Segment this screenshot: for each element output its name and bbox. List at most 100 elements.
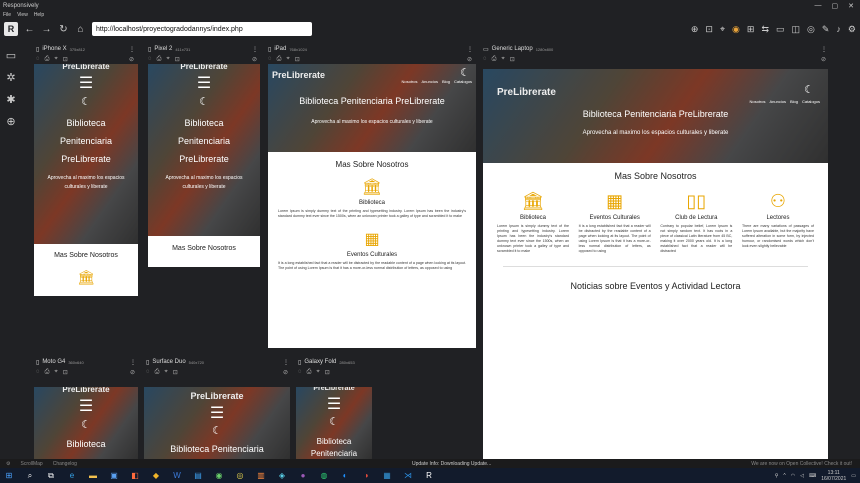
rotate-icon[interactable]: ◌ [36,369,40,375]
reset-icon[interactable]: ⊘ [821,56,830,63]
theme-moon-icon[interactable]: ☾ [148,95,260,108]
reset-icon[interactable]: ⊘ [252,56,261,63]
nav-anuncios[interactable]: Anuncios [770,99,786,104]
extensions-icon[interactable]: ✱ [0,88,22,110]
screenshot-icon[interactable]: ⎙ [492,56,497,63]
settings-icon[interactable]: ⚙ [848,24,856,35]
nav-catalogos[interactable]: Catalogos [454,79,472,84]
screenshot-icon[interactable]: ⊡ [705,24,713,35]
rotate-icon[interactable]: ◌ [148,56,152,62]
device-viewport[interactable]: PreLibrerate ☰ ☾ Biblioteca Penitenciari… [296,387,372,459]
reload-icon[interactable]: ↻ [58,24,69,35]
app-icon[interactable]: ◈ [277,471,287,481]
keyboard-icon[interactable]: ⌨ [809,473,816,479]
sound-icon[interactable]: ♪ [836,24,841,35]
scroll-icon[interactable]: ⊡ [175,56,180,63]
device-menu-icon[interactable]: ⋮ [252,46,261,53]
camera-icon[interactable]: ◎ [807,24,815,35]
inspect-icon[interactable]: ⌖ [720,24,725,35]
reset-icon[interactable]: ⊘ [467,56,476,63]
person-icon[interactable]: ⚲ [775,473,779,479]
nav-anuncios[interactable]: Anuncios [422,79,438,84]
brush-icon[interactable]: ✎ [822,24,830,35]
reset-icon[interactable]: ⊘ [129,56,138,63]
devices-icon[interactable]: ▭ [0,44,22,66]
inspect-icon[interactable]: ⌖ [501,56,504,63]
notification-icon[interactable]: ▭ [851,473,856,479]
task-view-icon[interactable]: ⧉ [46,471,56,481]
scroll-icon[interactable]: ⊡ [510,56,515,63]
menu-file[interactable]: File [3,12,11,18]
theme-moon-icon[interactable]: ☾ [296,415,372,428]
vscode-icon[interactable]: ⋊ [403,471,413,481]
screenshot-icon[interactable]: ⎙ [155,369,160,376]
scroll-icon[interactable]: ⊡ [325,369,330,376]
screenshot-icon[interactable]: ⎙ [307,369,312,376]
search-icon[interactable]: ⌕ [25,471,35,481]
device-menu-icon[interactable]: ⋮ [821,46,830,53]
screenshot-icon[interactable]: ⎙ [157,56,162,63]
inspect-icon[interactable]: ⌖ [166,56,169,63]
device-menu-icon[interactable]: ⋮ [129,46,138,53]
hamburger-icon[interactable]: ☰ [144,406,290,422]
app-icon[interactable]: ◍ [319,471,329,481]
theme-moon-icon[interactable]: ☾ [144,424,290,437]
device-viewport[interactable]: PreLibrerate ☰ ☾ Biblioteca Penitenciari… [148,64,260,267]
scroll-icon[interactable]: ⊡ [295,56,300,63]
app-icon[interactable]: ◑ [361,471,371,481]
forward-arrow-icon[interactable]: → [41,24,52,35]
nav-nosotros[interactable]: Nosotros [749,99,765,104]
inspect-icon[interactable]: ⌖ [286,56,289,63]
app-icon[interactable]: ▥ [256,471,266,481]
window-icon[interactable]: ◫ [792,24,801,35]
menu-view[interactable]: View [17,12,28,18]
reset-icon[interactable]: ⊘ [130,369,139,376]
minimize-button[interactable]: — [815,2,822,10]
clock[interactable]: 13:11 16/07/2021 [821,470,846,482]
settings-icon[interactable]: ⚙ [6,461,10,467]
inspect-icon[interactable]: ⌖ [54,369,57,376]
explorer-icon[interactable]: ▬ [88,471,98,481]
hamburger-icon[interactable]: ☰ [34,399,138,415]
app-icon[interactable]: ◐ [340,471,350,481]
nav-blog[interactable]: Blog [442,79,450,84]
app-icon[interactable]: ▦ [382,471,392,481]
store-icon[interactable]: ▣ [109,471,119,481]
scroll-icon[interactable]: ⊡ [173,369,178,376]
hamburger-icon[interactable]: ☰ [34,76,138,92]
theme-moon-icon[interactable]: ☾ [460,66,470,79]
rotate-icon[interactable]: ◌ [268,56,272,62]
device-icon[interactable]: ▭ [776,24,785,35]
chrome-icon[interactable]: ◎ [235,471,245,481]
device-viewport[interactable]: PreLibrerate ☾ Nosotros Anuncios Blog Ca… [483,69,828,459]
device-menu-icon[interactable]: ⋮ [467,46,476,53]
inspect-icon[interactable]: ⌖ [164,369,167,376]
back-arrow-icon[interactable]: ← [24,24,35,35]
app-icon[interactable]: ● [298,471,308,481]
changelog-link[interactable]: Changelog [53,461,77,467]
screenshot-icon[interactable]: ⎙ [45,56,50,63]
volume-icon[interactable]: ◁ [800,473,804,479]
nav-nosotros[interactable]: Nosotros [401,79,417,84]
zoom-icon[interactable]: ⊕ [691,24,699,35]
menu-help[interactable]: Help [34,12,44,18]
hamburger-icon[interactable]: ☰ [148,76,260,92]
word-icon[interactable]: W [172,471,182,481]
screenshot-icon[interactable]: ⎙ [277,56,282,63]
globe-icon[interactable]: ⊕ [0,110,22,132]
scroll-icon[interactable]: ⊡ [63,369,68,376]
theme-moon-icon[interactable]: ☾ [804,83,814,96]
inspect-icon[interactable]: ⌖ [54,56,57,63]
inspect-icon[interactable]: ⌖ [316,369,319,376]
edge-icon[interactable]: e [67,471,77,481]
screenshot-icon[interactable]: ⎙ [45,369,50,376]
open-collective-link[interactable]: We are now on Open Collective! Check it … [751,461,860,467]
windows-start-icon[interactable]: ⊞ [4,471,14,481]
home-icon[interactable]: ⌂ [75,24,86,35]
nav-blog[interactable]: Blog [790,99,798,104]
theme-moon-icon[interactable]: ☾ [34,95,138,108]
app-icon[interactable]: ▤ [193,471,203,481]
scroll-icon[interactable]: ⊡ [63,56,68,63]
app-icon[interactable]: ◧ [130,471,140,481]
chevron-up-icon[interactable]: ^ [783,473,785,479]
